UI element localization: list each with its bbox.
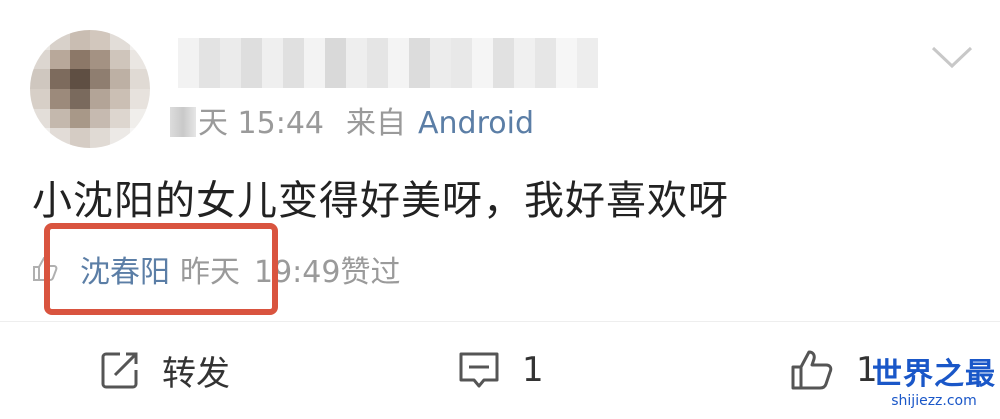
thumb-up-icon (791, 350, 833, 390)
username-blurred[interactable] (178, 38, 598, 88)
comment-icon (459, 352, 499, 388)
repost-label: 转发 (162, 353, 230, 394)
repost-icon (101, 352, 138, 389)
avatar[interactable] (30, 30, 150, 148)
watermark-title: 世界之最 (872, 357, 996, 392)
source-prefix: 来自 (346, 106, 406, 141)
post-content: 小沈阳的女儿变得好美呀，我好喜欢呀 (32, 178, 729, 224)
comment-button[interactable]: 1 (458, 340, 544, 400)
blurred-text (170, 107, 196, 137)
comment-count: 1 (522, 350, 544, 390)
post-source: Android (418, 106, 534, 141)
repost-button[interactable]: 转发 (100, 340, 230, 400)
post-timestamp: 天 15:44 (198, 106, 324, 141)
highlight-box (44, 223, 278, 315)
divider (0, 321, 1000, 322)
like-button[interactable]: 1 (790, 340, 878, 400)
chevron-down-icon[interactable] (930, 42, 974, 72)
post-meta: 天 15:44 来自 Android (170, 98, 534, 142)
watermark-url: shijiezz.com (891, 393, 977, 409)
watermark: 世界之最 shijiezz.com (872, 357, 996, 409)
